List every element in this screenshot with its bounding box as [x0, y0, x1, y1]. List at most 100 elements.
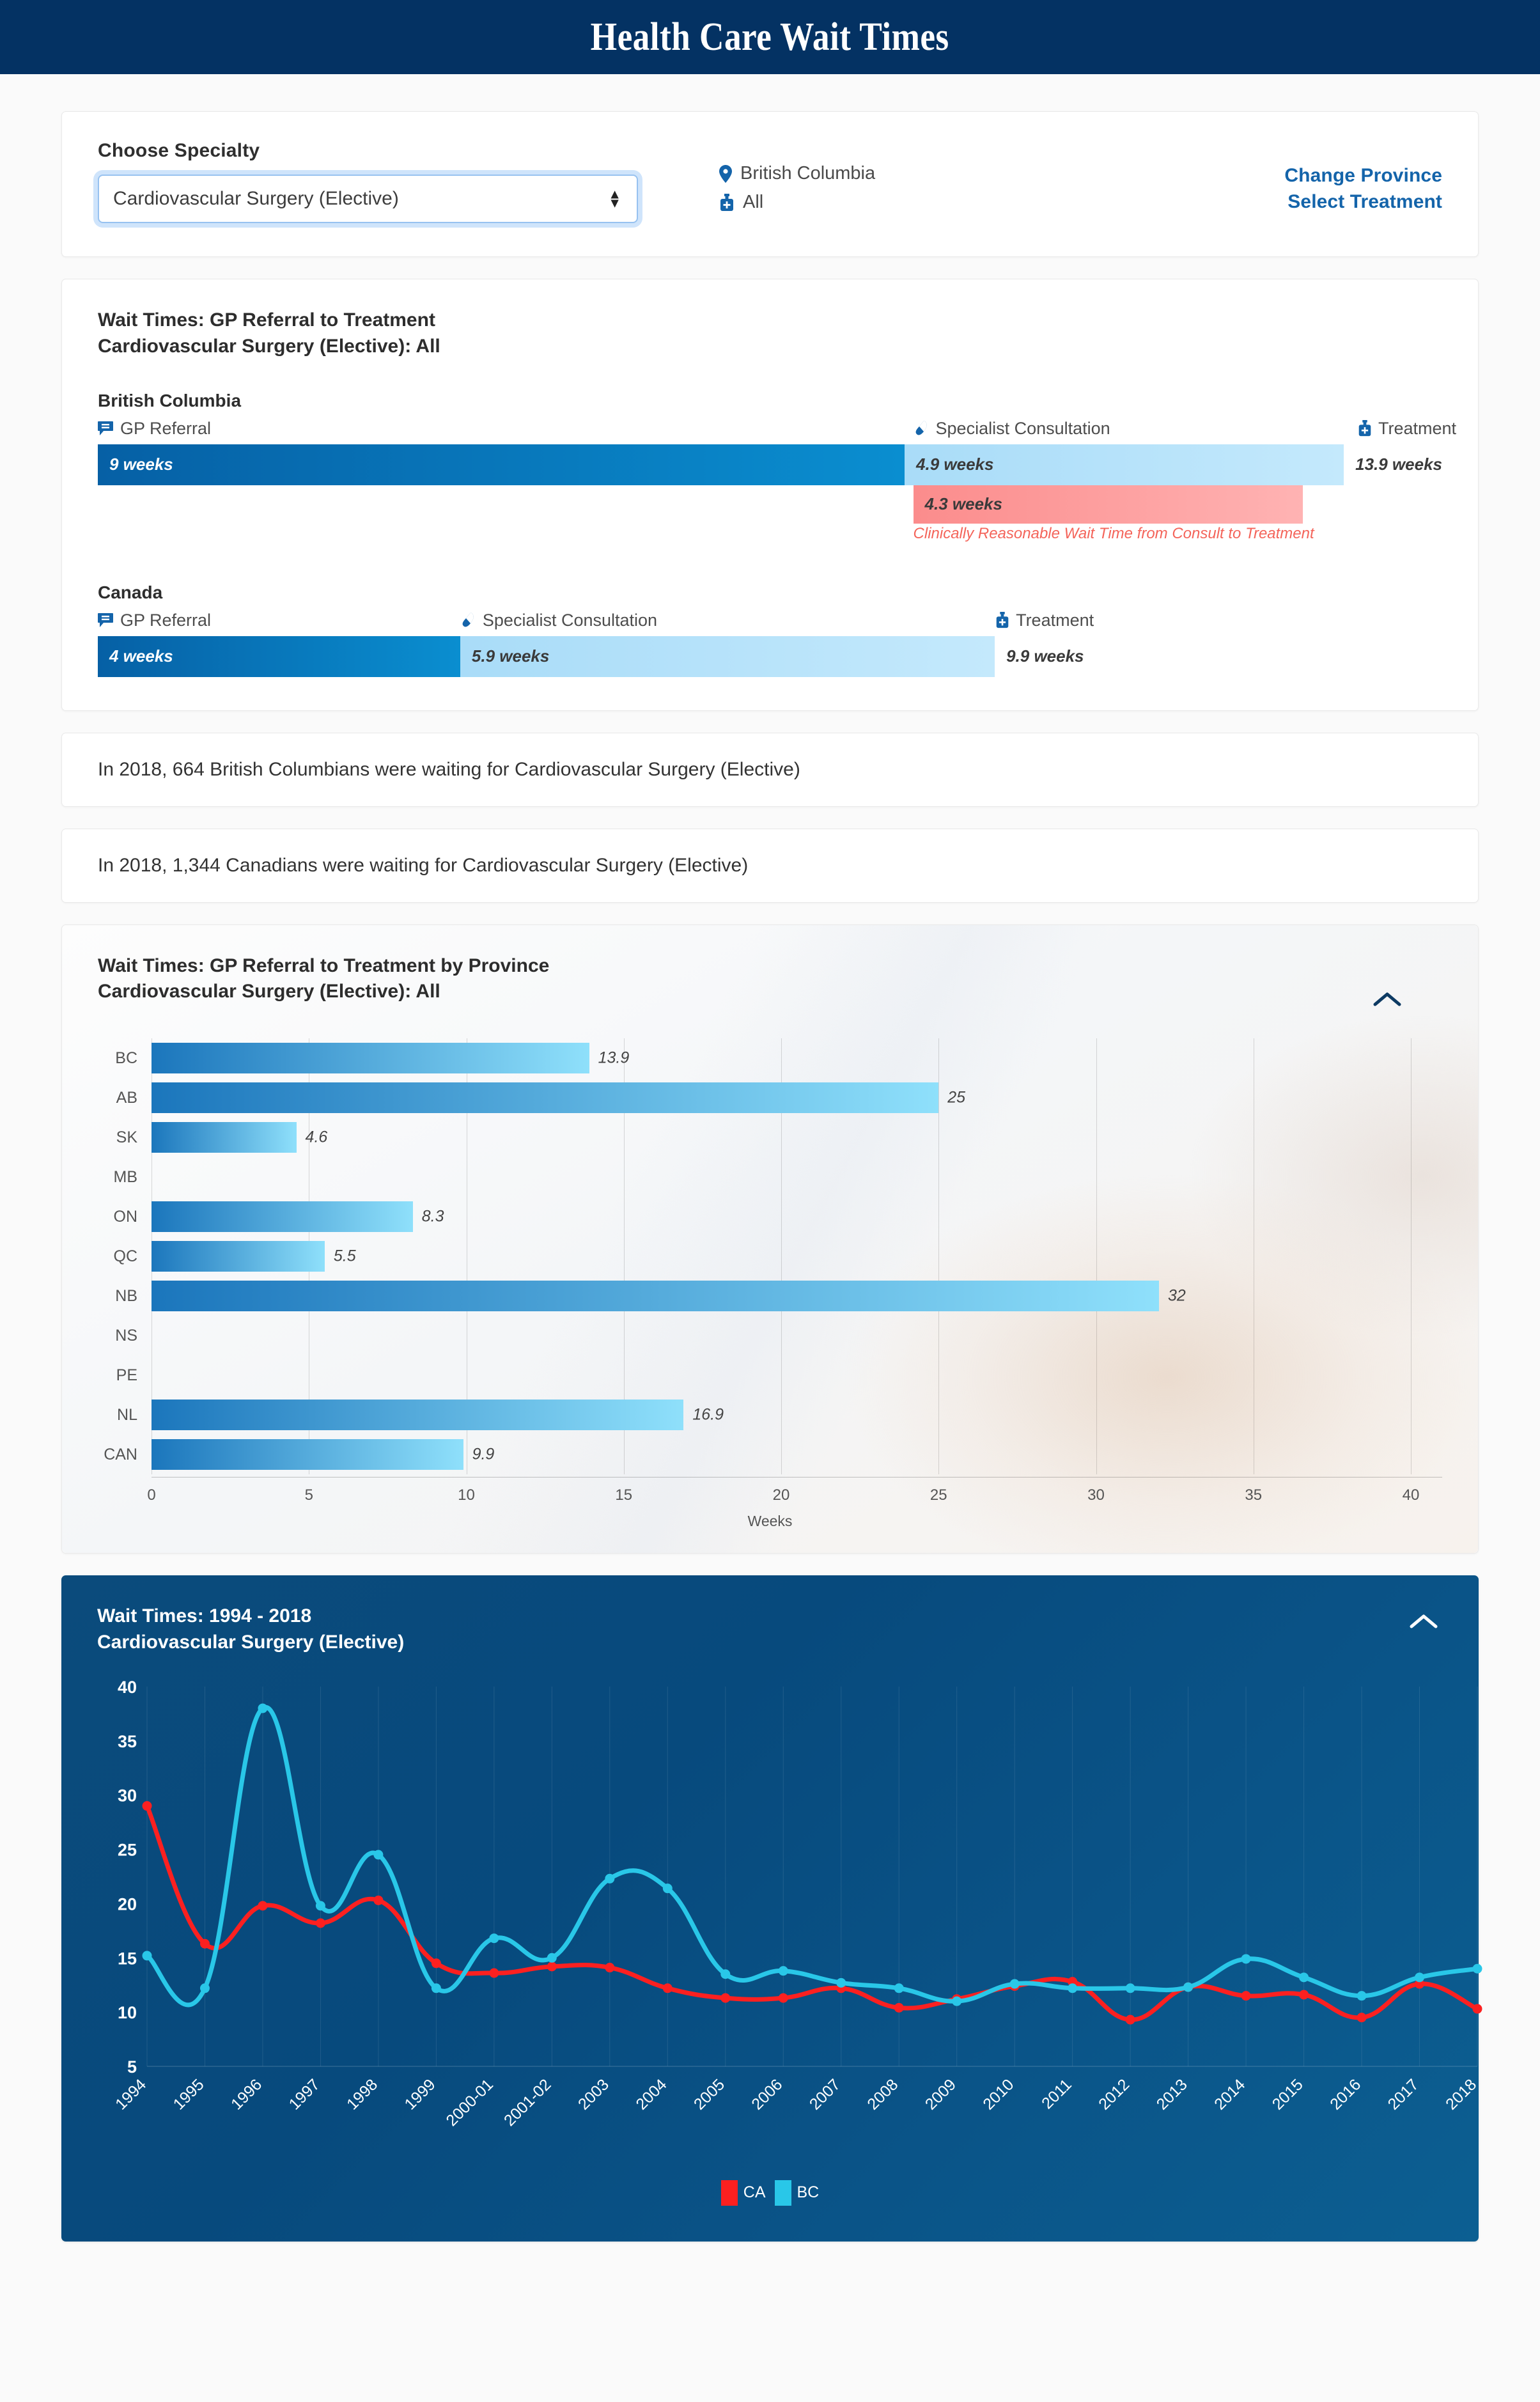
x-axis-tick: 40 [1402, 1486, 1420, 1504]
trend-data-point [142, 1800, 152, 1811]
trend-data-point [431, 1983, 441, 1993]
grid-line [1096, 1395, 1097, 1435]
wait-times-title-line1: Wait Times: GP Referral to Treatment [98, 309, 435, 331]
selected-treatment-label: All [743, 192, 764, 212]
province-chart-collapse-button[interactable] [1368, 984, 1406, 1015]
x-axis-tick: 2017 [1385, 2075, 1422, 2113]
map-marker-icon [719, 164, 732, 183]
trend-data-point [315, 1901, 325, 1911]
legend-treatment-canada-label: Treatment [1016, 610, 1094, 630]
trend-chart-title-line1: Wait Times: 1994 - 2018 [97, 1605, 312, 1627]
province-bar-row: NL 16.9 [98, 1395, 1442, 1435]
x-axis-tick: 2012 [1095, 2075, 1133, 2113]
grid-line [938, 1395, 940, 1435]
grid-line [938, 1355, 940, 1396]
trend-data-point [199, 1938, 210, 1949]
trend-chart-collapse-button[interactable] [1404, 1606, 1443, 1637]
province-bar-label: SK [116, 1128, 137, 1146]
legend-specialist-consultation-bc-label: Specialist Consultation [935, 418, 1110, 438]
canada-wait-bar: 4 weeks 5.9 weeks 9.9 weeks [98, 636, 1442, 677]
legend-gp-referral-bc: GP Referral [98, 419, 211, 439]
province-bar-value: 25 [947, 1088, 966, 1107]
grid-line [623, 1236, 625, 1277]
trend-data-point [1472, 2004, 1482, 2014]
wait-times-title-line2: Cardiovascular Surgery (Elective): All [98, 335, 440, 357]
legend-item-ca[interactable]: CA [720, 2180, 766, 2206]
trend-data-point [952, 1996, 962, 2006]
x-axis-tick: 2016 [1326, 2075, 1364, 2113]
legend-treatment-canada: Treatment [995, 611, 1094, 630]
grid-line [1096, 1355, 1097, 1396]
medical-kit-icon [996, 612, 1009, 628]
grid-line [1096, 1078, 1097, 1118]
bc-consultation-value: 4.9 weeks [916, 455, 994, 474]
change-province-link[interactable]: Change Province [1231, 163, 1442, 189]
grid-line [623, 1118, 625, 1158]
canada-gp-referral-segment: 4 weeks [98, 636, 460, 677]
grid-line [1411, 1435, 1412, 1475]
grid-line [938, 1038, 940, 1079]
wait-times-card: Wait Times: GP Referral to Treatment Car… [61, 279, 1479, 711]
select-updown-icon: ▲ ▼ [608, 187, 621, 210]
trend-data-point [720, 1993, 731, 2003]
grid-line [781, 1157, 782, 1197]
grid-line [1411, 1316, 1412, 1356]
y-axis-tick: 30 [118, 1786, 137, 1805]
pill-capsule-icon [462, 612, 474, 627]
trend-data-point [1183, 1982, 1194, 1992]
canada-region-label: Canada [98, 582, 163, 602]
province-bar-label: BC [115, 1049, 137, 1067]
x-axis-tick: 2000-01 [442, 2075, 497, 2130]
trend-chart-title-line2: Cardiovascular Surgery (Elective) [97, 1631, 405, 1653]
province-bar-label: PE [116, 1366, 137, 1384]
select-treatment-link[interactable]: Select Treatment [1231, 189, 1442, 215]
legend-gp-referral-canada-label: GP Referral [120, 610, 212, 630]
trend-data-point [199, 1983, 210, 1993]
grid-line [781, 1355, 782, 1396]
x-axis-tick: 2006 [748, 2075, 786, 2113]
province-bar-label: MB [113, 1167, 138, 1186]
chevron-up-icon [1410, 1614, 1438, 1628]
province-bar [152, 1241, 325, 1272]
x-axis-tick: 1997 [286, 2075, 323, 2113]
grid-line [781, 1038, 782, 1079]
x-axis-tick: 2015 [1269, 2075, 1307, 2113]
canada-consultation-value: 5.9 weeks [471, 646, 550, 666]
y-axis-tick: 15 [118, 1949, 137, 1968]
trend-data-point [894, 1983, 904, 1993]
trend-data-point [1415, 1972, 1425, 1983]
grid-line [1411, 1395, 1412, 1435]
grid-line [1096, 1316, 1097, 1356]
x-axis-tick: 0 [147, 1486, 156, 1504]
legend-specialist-consultation-bc: Specialist Consultation [914, 419, 1110, 439]
x-axis-tick: 1994 [112, 2075, 150, 2113]
bc-gp-referral-segment: 9 weeks [98, 444, 905, 485]
trend-data-point [547, 1953, 557, 1963]
province-bar-row: ON 8.3 [98, 1197, 1442, 1237]
trend-data-point [662, 1983, 673, 1993]
grid-line [938, 1197, 940, 1237]
x-axis-tick: 10 [458, 1486, 475, 1504]
province-bar-row: CAN 9.9 [98, 1435, 1442, 1475]
province-bar-chart: BC 13.9 AB 25 SK 4.6 MB ON 8.3 QC 5.5 NB 32 NS PE NL 16.… [98, 1038, 1442, 1475]
legend-gp-referral-canada: GP Referral [98, 611, 211, 630]
trend-data-point [258, 1901, 268, 1911]
specialty-select[interactable]: Cardiovascular Surgery (Elective) ▲ ▼ [98, 175, 638, 223]
canada-consultation-segment: 5.9 weeks [460, 636, 995, 677]
legend-label: BC [797, 2183, 820, 2202]
province-chart-card: Wait Times: GP Referral to Treatment by … [61, 924, 1479, 1554]
bc-total-value: 13.9 weeks [1355, 455, 1442, 474]
province-bar-plot: 25 [152, 1078, 1442, 1118]
province-bar [152, 1122, 297, 1153]
legend-gp-referral-bc-label: GP Referral [120, 418, 212, 438]
province-bar [152, 1439, 463, 1470]
legend-item-bc[interactable]: BC [774, 2180, 820, 2206]
bc-stage-legend: GP Referral Specialist Consultation Trea… [98, 419, 1456, 444]
trend-data-point [1299, 1972, 1309, 1983]
province-bar-row: MB [98, 1157, 1442, 1197]
grid-line [1096, 1038, 1097, 1079]
grid-line [938, 1316, 940, 1356]
grid-line [938, 1435, 940, 1475]
app-header: Health Care Wait Times [0, 0, 1540, 74]
province-bar-plot: 5.5 [152, 1236, 1442, 1277]
